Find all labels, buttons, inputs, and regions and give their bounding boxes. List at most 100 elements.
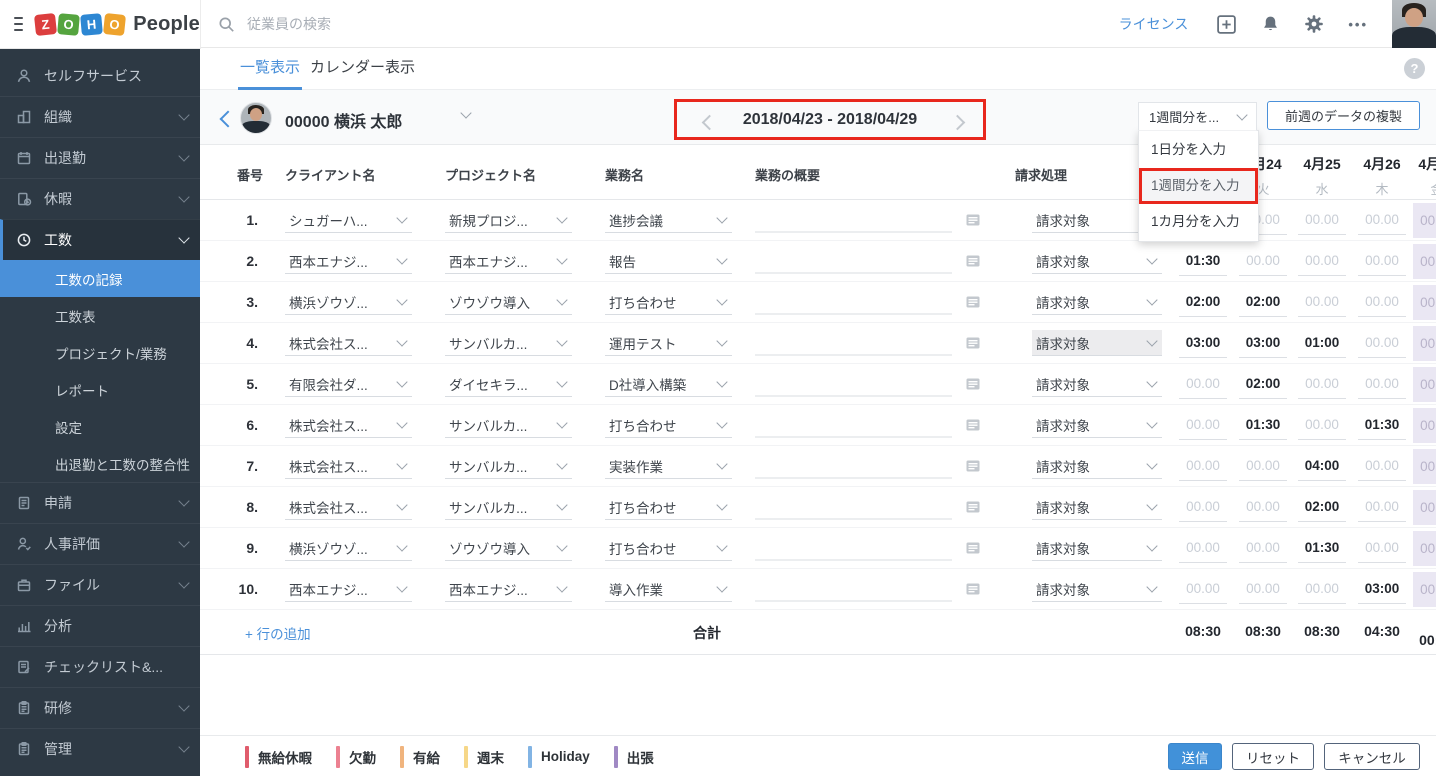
- time-input[interactable]: 00.00: [1239, 574, 1287, 604]
- tab-list-view[interactable]: 一覧表示: [238, 48, 303, 90]
- time-input[interactable]: 00.00: [1298, 369, 1346, 399]
- gear-icon[interactable]: [1304, 14, 1324, 34]
- project-select[interactable]: 西本エナジ...: [445, 576, 572, 602]
- project-select[interactable]: 西本エナジ...: [445, 248, 572, 274]
- billable-select[interactable]: 請求対象: [1032, 248, 1162, 274]
- billable-select[interactable]: 請求対象: [1032, 412, 1162, 438]
- menu-item-week-entry[interactable]: 1週間分を入力: [1139, 168, 1258, 204]
- menu-item-month-entry[interactable]: 1カ月分を入力: [1139, 204, 1258, 240]
- menu-item-day-entry[interactable]: 1日分を入力: [1139, 132, 1258, 168]
- time-input[interactable]: 00.00: [1413, 449, 1436, 484]
- sidebar-subitem-projects-jobs[interactable]: プロジェクト/業務: [0, 334, 200, 371]
- time-input[interactable]: 00.00: [1413, 285, 1436, 320]
- task-select[interactable]: 進捗会議: [605, 207, 732, 233]
- entry-mode-dropdown[interactable]: 1週間分を...: [1138, 102, 1257, 131]
- time-input[interactable]: 00.00: [1239, 533, 1287, 563]
- submit-button[interactable]: 送信: [1168, 743, 1222, 770]
- employee-search-input[interactable]: 従業員の検索: [218, 14, 331, 34]
- description-input[interactable]: [755, 290, 952, 315]
- description-input[interactable]: [755, 372, 952, 397]
- description-input[interactable]: [755, 413, 952, 438]
- sidebar-subitem-reports[interactable]: レポート: [0, 371, 200, 408]
- notes-icon[interactable]: [965, 213, 981, 228]
- license-link[interactable]: ライセンス: [1119, 14, 1189, 34]
- billable-select[interactable]: 請求対象: [1032, 371, 1162, 397]
- client-select[interactable]: 株式会社ス...: [285, 453, 412, 479]
- description-input[interactable]: [755, 331, 952, 356]
- notes-icon[interactable]: [965, 582, 981, 597]
- time-input[interactable]: 00.00: [1358, 246, 1406, 276]
- sidebar-item-performance[interactable]: 人事評価: [0, 523, 200, 564]
- description-input[interactable]: [755, 536, 952, 561]
- time-input[interactable]: 02:00: [1298, 492, 1346, 522]
- time-input[interactable]: 00.00: [1179, 533, 1227, 563]
- billable-select[interactable]: 請求対象: [1032, 494, 1162, 520]
- project-select[interactable]: サンバルカ...: [445, 412, 572, 438]
- description-input[interactable]: [755, 495, 952, 520]
- billable-select[interactable]: 請求対象: [1032, 330, 1162, 356]
- time-input[interactable]: 00.00: [1239, 451, 1287, 481]
- copy-previous-week-button[interactable]: 前週のデータの複製: [1267, 101, 1420, 130]
- time-input[interactable]: 01:30: [1239, 410, 1287, 440]
- billable-select[interactable]: 請求対象: [1032, 453, 1162, 479]
- notes-icon[interactable]: [965, 541, 981, 556]
- user-avatar[interactable]: [1392, 0, 1436, 48]
- time-input[interactable]: 00.00: [1358, 492, 1406, 522]
- tab-calendar-view[interactable]: カレンダー表示: [310, 48, 415, 90]
- more-options-icon[interactable]: •••: [1348, 17, 1368, 32]
- time-input[interactable]: 00.00: [1413, 244, 1436, 279]
- time-input[interactable]: 02:00: [1239, 369, 1287, 399]
- time-input[interactable]: 00.00: [1413, 408, 1436, 443]
- back-chevron-icon[interactable]: [219, 110, 237, 128]
- time-input[interactable]: 03:00: [1239, 328, 1287, 358]
- notifications-bell-icon[interactable]: [1261, 14, 1280, 34]
- client-select[interactable]: 株式会社ス...: [285, 494, 412, 520]
- sidebar-item-training[interactable]: 研修: [0, 687, 200, 728]
- sidebar-item-self-service[interactable]: セルフサービス: [0, 55, 200, 96]
- time-input[interactable]: 01:00: [1298, 328, 1346, 358]
- add-icon[interactable]: [1216, 14, 1237, 35]
- time-input[interactable]: 00.00: [1298, 410, 1346, 440]
- time-input[interactable]: 00.00: [1179, 410, 1227, 440]
- sidebar-item-files[interactable]: ファイル: [0, 564, 200, 605]
- date-range-picker[interactable]: 2018/04/23 - 2018/04/29: [676, 101, 984, 139]
- time-input[interactable]: 01:30: [1358, 410, 1406, 440]
- task-select[interactable]: 運用テスト: [605, 330, 732, 356]
- time-input[interactable]: 04:00: [1298, 451, 1346, 481]
- task-select[interactable]: 打ち合わせ: [605, 494, 732, 520]
- task-select[interactable]: 打ち合わせ: [605, 412, 732, 438]
- time-input[interactable]: 00.00: [1358, 287, 1406, 317]
- description-input[interactable]: [755, 249, 952, 274]
- sidebar-subitem-settings[interactable]: 設定: [0, 408, 200, 445]
- time-input[interactable]: 00.00: [1413, 531, 1436, 566]
- project-select[interactable]: 新規プロジ...: [445, 207, 572, 233]
- add-row-button[interactable]: + 行の追加: [245, 623, 311, 643]
- sidebar-item-leave[interactable]: 休暇: [0, 178, 200, 219]
- hamburger-menu-icon[interactable]: [14, 13, 24, 35]
- task-select[interactable]: D社導入構築: [605, 371, 732, 397]
- description-input[interactable]: [755, 454, 952, 479]
- time-input[interactable]: 00.00: [1413, 326, 1436, 361]
- time-input[interactable]: 00.00: [1239, 492, 1287, 522]
- notes-icon[interactable]: [965, 459, 981, 474]
- sidebar-subitem-time-log[interactable]: 工数の記録: [0, 260, 200, 297]
- task-select[interactable]: 導入作業: [605, 576, 732, 602]
- time-input[interactable]: 00.00: [1413, 490, 1436, 525]
- sidebar-item-organization[interactable]: 組織: [0, 96, 200, 137]
- project-select[interactable]: サンバルカ...: [445, 453, 572, 479]
- billable-select[interactable]: 請求対象: [1032, 535, 1162, 561]
- sidebar-subitem-attendance-integrity[interactable]: 出退勤と工数の整合性: [0, 445, 200, 482]
- client-select[interactable]: 横浜ゾウゾ...: [285, 289, 412, 315]
- task-select[interactable]: 打ち合わせ: [605, 289, 732, 315]
- task-select[interactable]: 報告: [605, 248, 732, 274]
- sidebar-item-timesheet[interactable]: 工数: [0, 219, 200, 260]
- time-input[interactable]: 00.00: [1179, 369, 1227, 399]
- cancel-button[interactable]: キャンセル: [1324, 743, 1420, 770]
- notes-icon[interactable]: [965, 254, 981, 269]
- time-input[interactable]: 00.00: [1413, 203, 1436, 238]
- time-input[interactable]: 00.00: [1239, 246, 1287, 276]
- description-input[interactable]: [755, 208, 952, 233]
- client-select[interactable]: シュガーハ...: [285, 207, 412, 233]
- sidebar-item-attendance[interactable]: 出退勤: [0, 137, 200, 178]
- time-input[interactable]: 01:30: [1179, 246, 1227, 276]
